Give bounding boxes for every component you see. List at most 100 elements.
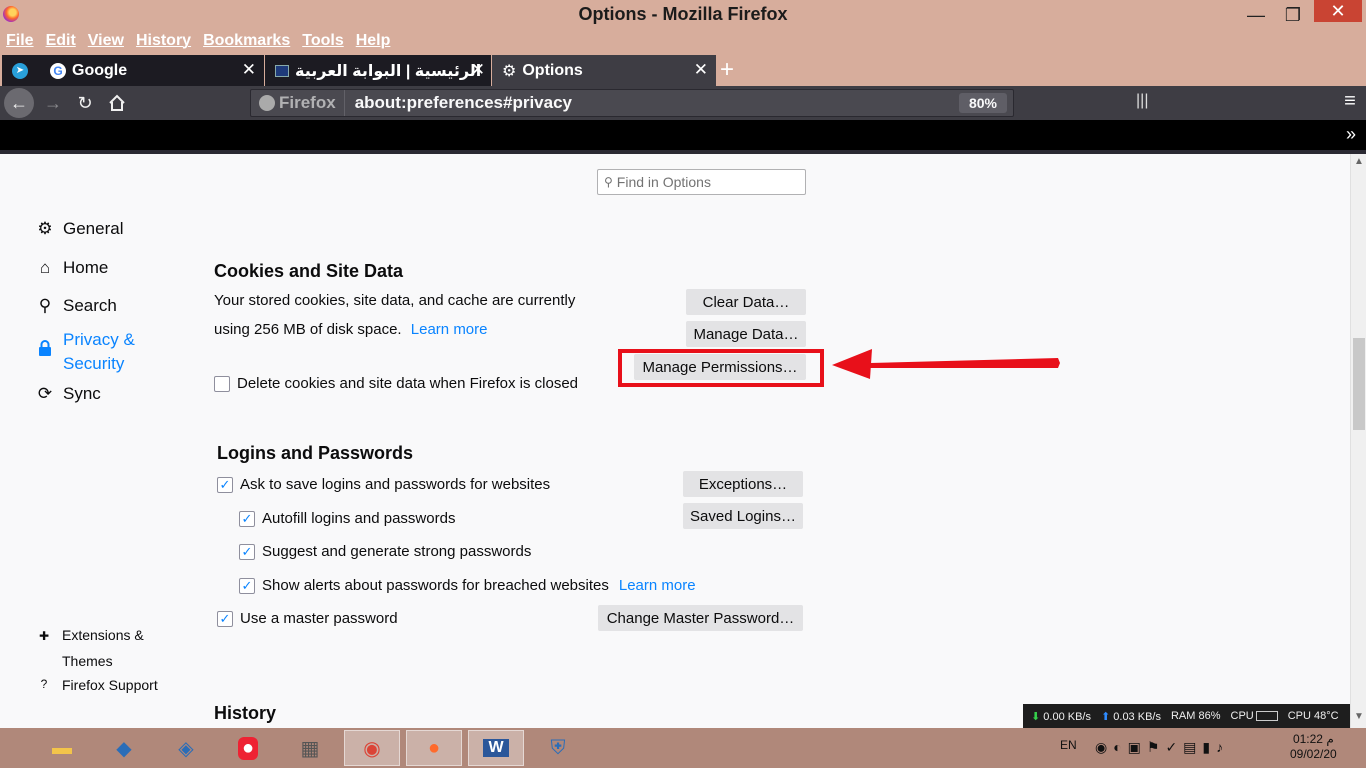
- menu-view[interactable]: View: [88, 32, 124, 50]
- search-icon: ⚲: [38, 296, 52, 315]
- app-icon: ◈: [178, 737, 194, 760]
- tab-options[interactable]: ⚙ Options ✕: [492, 55, 716, 86]
- back-button[interactable]: ←: [4, 88, 34, 118]
- page-scrollbar[interactable]: ▲ ▼: [1350, 154, 1366, 728]
- sidebar-item-label: Privacy &: [63, 330, 135, 349]
- suggest-passwords-checkbox[interactable]: ✓: [239, 543, 255, 560]
- ask-to-save-checkbox[interactable]: ✓: [217, 476, 233, 493]
- autofill-checkbox[interactable]: ✓: [239, 510, 255, 527]
- cookies-section-title: Cookies and Site Data: [214, 261, 404, 281]
- saved-logins-button[interactable]: Saved Logins…: [683, 503, 803, 529]
- sidebar-item-general[interactable]: ⚙ General: [35, 219, 123, 239]
- menu-history[interactable]: History: [136, 32, 191, 50]
- clock-date: 09/02/20: [1290, 747, 1337, 761]
- history-section-title: History: [214, 703, 277, 723]
- download-speed-value: 0.00 KB/s: [1043, 710, 1091, 723]
- tab-pinned-telegram[interactable]: ➤: [2, 55, 38, 86]
- suggest-passwords-checkbox-row[interactable]: ✓ Suggest and generate strong passwords: [239, 543, 531, 560]
- scrollbar-thumb[interactable]: [1353, 338, 1365, 430]
- ask-to-save-label: Ask to save logins and passwords for web…: [240, 476, 551, 493]
- tab-arabic-portal[interactable]: الرئيسية | البوابة العربية ✕: [265, 55, 491, 86]
- disk-usage-text: using 256 MB of disk space.: [214, 321, 402, 338]
- sidebar-item-sync[interactable]: ⟳ Sync: [35, 384, 101, 404]
- minimize-button[interactable]: —: [1238, 0, 1274, 30]
- forward-button[interactable]: →: [40, 90, 66, 116]
- breach-alerts-learn-more-link[interactable]: Learn more: [619, 577, 696, 594]
- language-indicator[interactable]: EN: [1060, 738, 1077, 752]
- clock[interactable]: 01:22 م 09/02/20: [1290, 732, 1337, 762]
- taskbar-file-explorer[interactable]: ▬: [34, 730, 90, 766]
- tab-label: Google: [72, 61, 128, 79]
- library-icon[interactable]: |||: [1136, 92, 1148, 110]
- close-tab-icon[interactable]: ✕: [242, 60, 256, 80]
- reload-button[interactable]: ↻: [72, 90, 98, 116]
- chevron-double-right-icon[interactable]: »: [1346, 124, 1356, 145]
- taskbar-app-2[interactable]: ◆: [96, 730, 152, 766]
- shield-icon: ⛨: [550, 736, 566, 759]
- taskbar-firefox[interactable]: ●: [406, 730, 462, 766]
- google-icon: G: [50, 62, 66, 79]
- bookmarks-toolbar: »: [0, 120, 1366, 150]
- close-window-button[interactable]: ✕: [1314, 0, 1362, 22]
- master-password-checkbox[interactable]: ✓: [217, 610, 233, 627]
- menu-help[interactable]: Help: [356, 32, 391, 50]
- menu-edit[interactable]: Edit: [46, 32, 76, 50]
- clear-data-button[interactable]: Clear Data…: [686, 289, 806, 315]
- sidebar-item-label-group: Extensions & Themes: [62, 622, 144, 674]
- firefox-identity-icon: [259, 95, 275, 111]
- tab-google[interactable]: G Google ✕: [38, 55, 264, 86]
- new-tab-button[interactable]: +: [720, 56, 734, 84]
- arrow-right-icon: →: [44, 92, 62, 113]
- upload-speed: ⬆ 0.03 KB/s: [1101, 710, 1161, 723]
- delete-on-close-checkbox-row[interactable]: Delete cookies and site data when Firefo…: [214, 375, 578, 392]
- sidebar-item-search[interactable]: ⚲ Search: [35, 296, 117, 316]
- taskbar-app-3[interactable]: ◈: [158, 730, 214, 766]
- url-bar[interactable]: Firefox about:preferences#privacy 80%: [250, 89, 1014, 117]
- hamburger-menu-icon[interactable]: ≡: [1338, 90, 1362, 113]
- find-in-options-input[interactable]: ⚲ Find in Options: [597, 169, 806, 195]
- sidebar-item-label: Security: [63, 354, 125, 373]
- scroll-up-icon[interactable]: ▲: [1354, 156, 1364, 167]
- zoom-reset-button[interactable]: 80%: [958, 93, 1007, 113]
- sidebar-item-support[interactable]: ? Firefox Support: [37, 677, 158, 693]
- menu-file[interactable]: File: [6, 32, 34, 50]
- exceptions-button[interactable]: Exceptions…: [683, 471, 803, 497]
- manage-data-button[interactable]: Manage Data…: [686, 321, 806, 347]
- ask-to-save-checkbox-row[interactable]: ✓ Ask to save logins and passwords for w…: [217, 476, 550, 493]
- url-text[interactable]: about:preferences#privacy: [355, 93, 572, 113]
- taskbar-app-5[interactable]: ▦: [282, 730, 338, 766]
- tray-icons[interactable]: ◉◐▣⚑✓▤▮♪: [1095, 739, 1229, 756]
- close-tab-icon[interactable]: ✕: [694, 60, 708, 80]
- folder-icon: ▬: [52, 736, 72, 759]
- home-button[interactable]: [104, 90, 130, 116]
- cookies-learn-more-link[interactable]: Learn more: [411, 321, 488, 338]
- master-password-checkbox-row[interactable]: ✓ Use a master password: [217, 610, 398, 627]
- sidebar-item-home[interactable]: ⌂ Home: [35, 258, 109, 278]
- delete-on-close-checkbox[interactable]: [214, 375, 230, 392]
- download-arrow-icon: ⬇: [1031, 710, 1041, 723]
- menu-tools[interactable]: Tools: [302, 32, 343, 50]
- cpu-usage: CPU: [1231, 710, 1278, 722]
- menu-bookmarks[interactable]: Bookmarks: [203, 32, 290, 50]
- taskbar-recorder[interactable]: ●: [220, 730, 276, 766]
- sidebar-item-privacy[interactable]: Privacy & Security: [35, 328, 135, 376]
- highlight-annotation-box: [618, 349, 824, 387]
- home-icon: ⌂: [39, 258, 51, 277]
- navigation-toolbar: ← → ↻ Firefox about:preferences#privacy …: [0, 86, 1366, 120]
- breach-alerts-checkbox[interactable]: ✓: [239, 577, 255, 594]
- identity-box[interactable]: Firefox: [251, 90, 345, 116]
- maximize-button[interactable]: ❐: [1274, 0, 1312, 30]
- close-tab-icon[interactable]: ✕: [471, 60, 485, 80]
- taskbar-app-9[interactable]: ⛨: [530, 730, 586, 766]
- taskbar-word[interactable]: W: [468, 730, 524, 766]
- taskbar-chrome[interactable]: ◉: [344, 730, 400, 766]
- scroll-down-icon[interactable]: ▼: [1354, 711, 1364, 722]
- tab-label: الرئيسية | البوابة العربية: [295, 62, 482, 80]
- upload-speed-value: 0.03 KB/s: [1113, 710, 1161, 723]
- change-master-password-button[interactable]: Change Master Password…: [598, 605, 803, 631]
- tab-label: Options: [522, 61, 583, 79]
- breach-alerts-checkbox-row[interactable]: ✓ Show alerts about passwords for breach…: [239, 577, 696, 594]
- telegram-icon: ➤: [12, 62, 28, 79]
- autofill-checkbox-row[interactable]: ✓ Autofill logins and passwords: [239, 510, 455, 527]
- sidebar-item-extensions[interactable]: ✚ Extensions & Themes: [37, 622, 144, 674]
